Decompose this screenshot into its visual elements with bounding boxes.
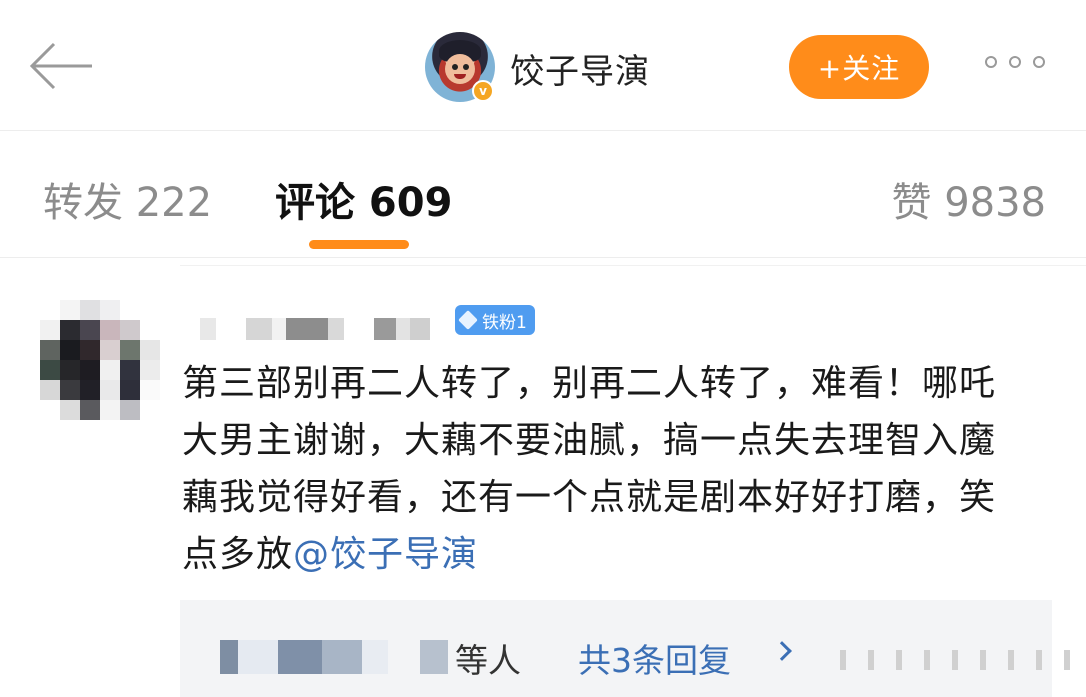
follow-button[interactable]: +关注	[789, 35, 929, 99]
mention-link[interactable]: @饺子导演	[293, 534, 478, 575]
back-arrow-icon[interactable]	[28, 40, 94, 92]
fan-level-badge: 铁粉1	[455, 305, 535, 335]
tabs-divider	[0, 257, 1086, 258]
commenter-name-blurred[interactable]	[200, 316, 450, 342]
verified-badge-icon: v	[472, 80, 494, 102]
reply-names-blurred	[220, 640, 460, 674]
tab-reposts[interactable]: 转发 222	[43, 170, 212, 228]
tab-likes[interactable]: 赞 9838	[891, 170, 1046, 228]
header-divider	[0, 130, 1086, 131]
replies-preview[interactable]: 等人 共3条回复	[180, 600, 1070, 697]
commenter-avatar[interactable]	[40, 300, 160, 420]
active-tab-indicator	[309, 240, 409, 249]
comment-text: 第三部别再二人转了，别再二人转了，难看！哪吒大男主谢谢，大藕不要油腻，搞一点失去…	[182, 355, 1022, 583]
profile-name[interactable]: 饺子导演	[510, 44, 650, 93]
reply-authors-suffix: 等人	[455, 641, 521, 680]
scroll-fade-decoration	[840, 650, 1086, 670]
diamond-icon	[458, 310, 478, 330]
top-bar: v 饺子导演 +关注	[0, 0, 1086, 130]
view-replies-link[interactable]: 共3条回复	[578, 634, 731, 682]
more-options-icon[interactable]	[985, 56, 1045, 68]
comment-divider	[180, 265, 1086, 266]
chevron-right-icon[interactable]	[772, 641, 792, 661]
fan-level-label: 铁粉1	[482, 312, 527, 333]
tab-comments[interactable]: 评论 609	[275, 170, 452, 228]
